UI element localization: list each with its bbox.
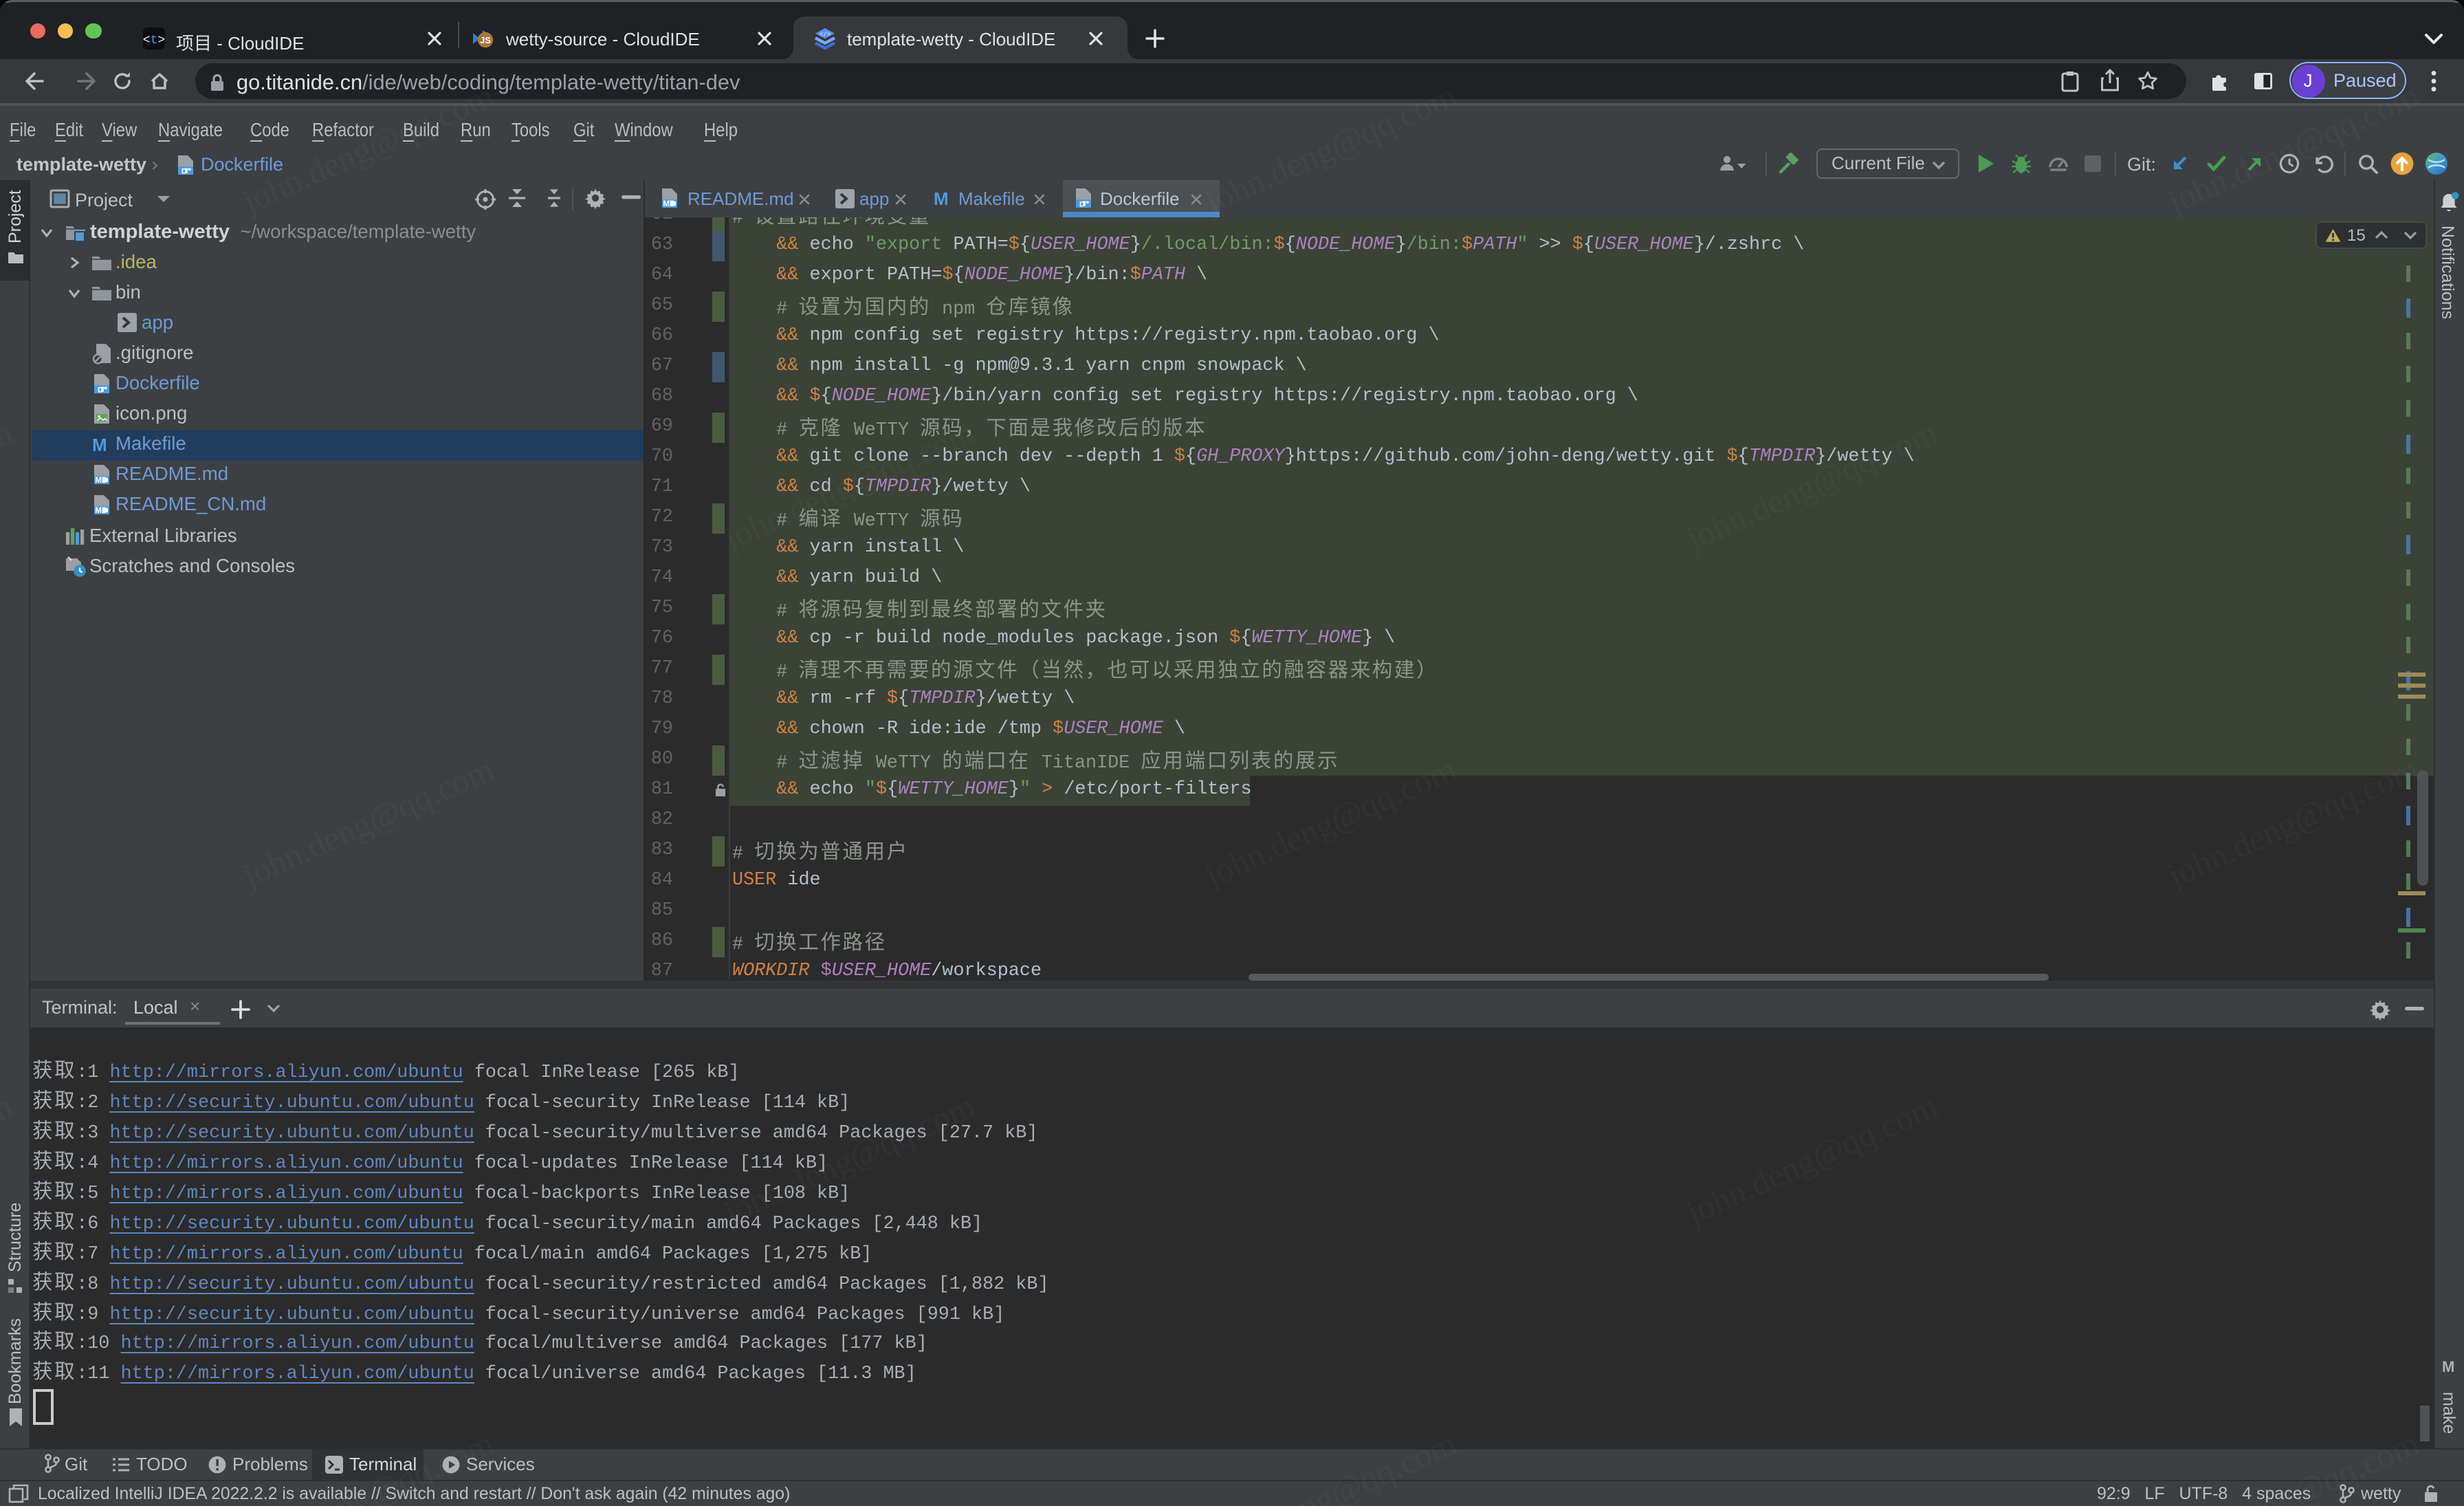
svg-text:M: M [2442,1359,2454,1373]
svg-text:<t>: <t> [143,33,165,47]
svg-text:M: M [91,434,107,453]
svg-text:JS: JS [480,34,491,45]
svg-text:M: M [934,188,949,207]
svg-text:</>: </> [820,30,831,38]
